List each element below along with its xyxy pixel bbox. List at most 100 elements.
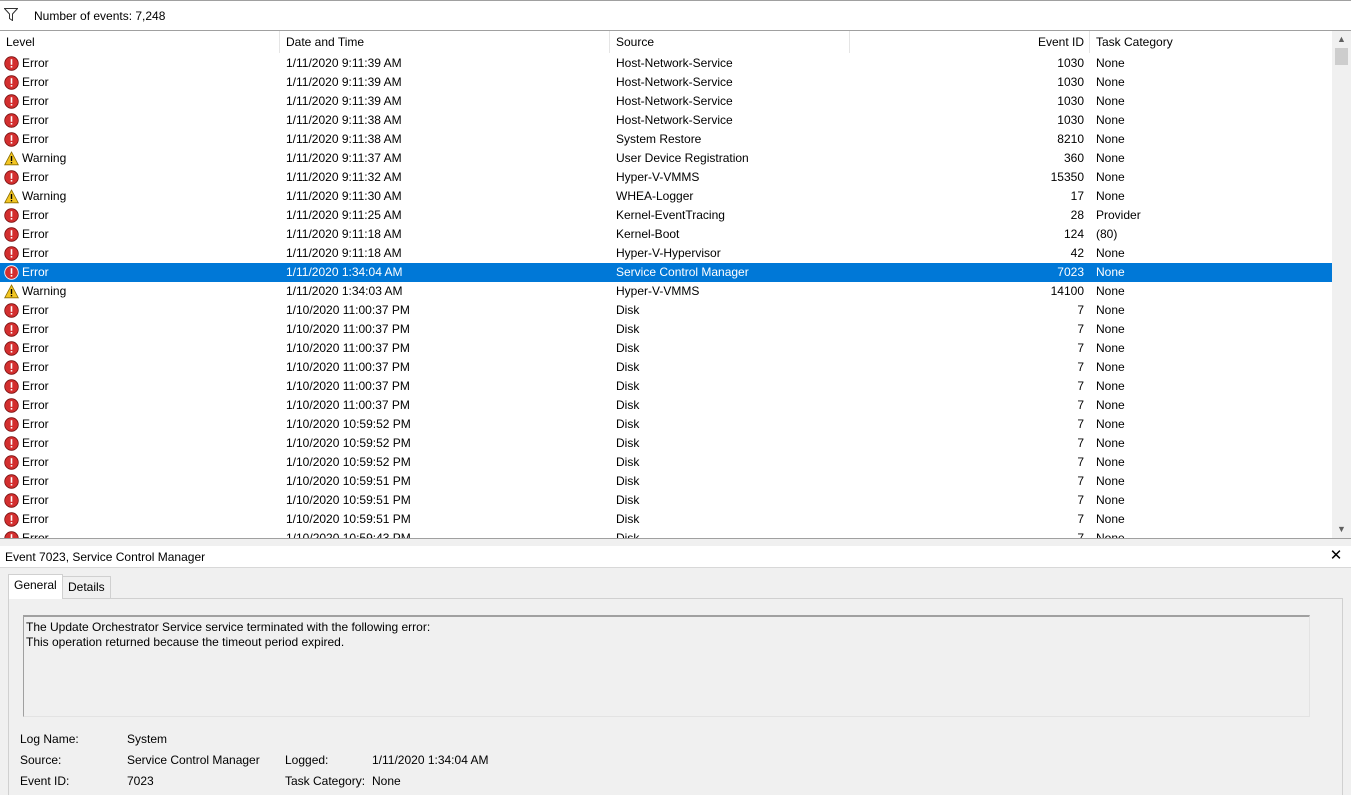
column-header-date[interactable]: Date and Time xyxy=(280,31,610,53)
event-task-category: None xyxy=(1096,398,1125,412)
event-source: Disk xyxy=(616,493,640,507)
scroll-down-arrow-icon[interactable]: ▼ xyxy=(1332,521,1351,538)
event-level: Error xyxy=(22,493,49,507)
event-row[interactable]: Error 1/11/2020 9:11:39 AM Host-Network-Se… xyxy=(0,92,1332,111)
event-source: Host-Network-Service xyxy=(616,113,733,127)
event-rows: Error 1/11/2020 9:11:39 AM Host-Network-Se… xyxy=(0,54,1332,538)
event-row[interactable]: Warning 1/11/2020 9:11:30 AM WHEA-Logger 17… xyxy=(0,187,1332,206)
event-id: 7 xyxy=(1077,455,1084,469)
event-row[interactable]: Error 1/10/2020 10:59:51 PM Disk 7 None xyxy=(0,491,1332,510)
event-id: 7 xyxy=(1077,493,1084,507)
event-task-category: None xyxy=(1096,265,1125,279)
event-row[interactable]: Error 1/10/2020 11:00:37 PM Disk 7 None xyxy=(0,358,1332,377)
event-row[interactable]: Error 1/11/2020 9:11:18 AM Hyper-V-Hypervi… xyxy=(0,244,1332,263)
event-row[interactable]: Error 1/10/2020 11:00:37 PM Disk 7 None xyxy=(0,396,1332,415)
event-id: 7 xyxy=(1077,303,1084,317)
warning-icon xyxy=(4,189,19,204)
logged-label: Logged: xyxy=(285,753,329,767)
event-id: 1030 xyxy=(1057,113,1084,127)
close-icon[interactable]: ✕ xyxy=(1328,547,1344,565)
tab-details[interactable]: Details xyxy=(62,576,111,598)
event-id: 7 xyxy=(1077,436,1084,450)
column-header-level[interactable]: Level xyxy=(0,31,280,53)
error-icon xyxy=(4,360,19,375)
event-source: User Device Registration xyxy=(616,151,749,165)
event-row[interactable]: Error 1/11/2020 1:34:04 AM Service Control… xyxy=(0,263,1332,282)
event-row[interactable]: Warning 1/11/2020 1:34:03 AM Hyper-V-VMMS 1… xyxy=(0,282,1332,301)
event-id: 42 xyxy=(1070,246,1084,260)
task-category-label: Task Category: xyxy=(285,774,366,788)
event-row[interactable]: Error 1/10/2020 11:00:37 PM Disk 7 None xyxy=(0,320,1332,339)
event-count-label: Number of events: 7,248 xyxy=(34,9,166,23)
event-level: Warning xyxy=(22,189,67,203)
event-row[interactable]: Error 1/10/2020 11:00:37 PM Disk 7 None xyxy=(0,339,1332,358)
error-icon xyxy=(4,436,19,451)
error-icon xyxy=(4,398,19,413)
event-task-category: None xyxy=(1096,493,1125,507)
event-row[interactable]: Error 1/11/2020 9:11:39 AM Host-Network-Se… xyxy=(0,73,1332,92)
vertical-scrollbar[interactable]: ▲ ▼ xyxy=(1332,31,1351,538)
event-row[interactable]: Warning 1/11/2020 9:11:37 AM User Device R… xyxy=(0,149,1332,168)
event-date: 1/11/2020 9:11:39 AM xyxy=(286,94,402,108)
error-icon xyxy=(4,265,19,280)
log-name-label: Log Name: xyxy=(20,732,79,746)
scroll-up-arrow-icon[interactable]: ▲ xyxy=(1332,31,1351,48)
event-task-category: None xyxy=(1096,132,1125,146)
event-source: Host-Network-Service xyxy=(616,75,733,89)
event-id: 360 xyxy=(1063,151,1084,165)
event-row[interactable]: Error 1/11/2020 9:11:25 AM Kernel-EventTra… xyxy=(0,206,1332,225)
column-header-event-id[interactable]: Event ID xyxy=(850,31,1090,53)
event-task-category: None xyxy=(1096,474,1125,488)
event-level: Error xyxy=(22,322,49,336)
event-row[interactable]: Error 1/11/2020 9:11:38 AM Host-Network-Se… xyxy=(0,111,1332,130)
event-row[interactable]: Error 1/10/2020 10:59:52 PM Disk 7 None xyxy=(0,453,1332,472)
event-row[interactable]: Error 1/11/2020 9:11:32 AM Hyper-V-VMMS 153… xyxy=(0,168,1332,187)
event-source: System Restore xyxy=(616,132,702,146)
pane-splitter[interactable] xyxy=(0,538,1351,546)
event-level: Error xyxy=(22,75,49,89)
error-icon xyxy=(4,531,19,538)
error-icon xyxy=(4,170,19,185)
error-icon xyxy=(4,246,19,261)
event-message-box[interactable]: The Update Orchestrator Service service … xyxy=(23,615,1310,717)
column-header-task-category[interactable]: Task Category xyxy=(1090,31,1332,53)
event-level: Error xyxy=(22,474,49,488)
tab-general[interactable]: General xyxy=(8,574,63,599)
event-row[interactable]: Error 1/10/2020 10:59:43 PM Disk 7 None xyxy=(0,529,1332,538)
scroll-thumb[interactable] xyxy=(1335,48,1348,65)
event-date: 1/10/2020 10:59:52 PM xyxy=(286,417,411,431)
error-icon xyxy=(4,417,19,432)
event-row[interactable]: Error 1/11/2020 9:11:39 AM Host-Network-Se… xyxy=(0,54,1332,73)
event-row[interactable]: Error 1/10/2020 10:59:52 PM Disk 7 None xyxy=(0,415,1332,434)
event-source: Disk xyxy=(616,455,640,469)
event-level: Warning xyxy=(22,151,67,165)
event-row[interactable]: Error 1/10/2020 11:00:37 PM Disk 7 None xyxy=(0,301,1332,320)
event-level: Error xyxy=(22,303,49,317)
event-task-category: None xyxy=(1096,417,1125,431)
error-icon xyxy=(4,455,19,470)
event-date: 1/10/2020 11:00:37 PM xyxy=(286,360,410,374)
event-task-category: None xyxy=(1096,56,1125,70)
event-date: 1/11/2020 1:34:04 AM xyxy=(286,265,403,279)
event-row[interactable]: Error 1/11/2020 9:11:38 AM System Restore 8… xyxy=(0,130,1332,149)
event-id: 28 xyxy=(1070,208,1084,222)
filter-funnel-icon[interactable] xyxy=(4,8,18,21)
event-date: 1/11/2020 9:11:18 AM xyxy=(286,246,402,260)
event-row[interactable]: Error 1/10/2020 10:59:52 PM Disk 7 None xyxy=(0,434,1332,453)
error-icon xyxy=(4,379,19,394)
event-id: 14100 xyxy=(1050,284,1084,298)
event-id: 7 xyxy=(1077,341,1084,355)
event-list[interactable]: Level Date and Time Source Event ID Task… xyxy=(0,31,1351,538)
error-icon xyxy=(4,322,19,337)
event-level: Error xyxy=(22,132,49,146)
event-row[interactable]: Error 1/10/2020 10:59:51 PM Disk 7 None xyxy=(0,472,1332,491)
event-row[interactable]: Error 1/11/2020 9:11:18 AM Kernel-Boot 124 (… xyxy=(0,225,1332,244)
event-row[interactable]: Error 1/10/2020 11:00:37 PM Disk 7 None xyxy=(0,377,1332,396)
column-header-source[interactable]: Source xyxy=(610,31,850,53)
event-id-label: Event ID: xyxy=(20,774,70,788)
event-level: Error xyxy=(22,94,49,108)
event-id: 1030 xyxy=(1057,56,1084,70)
event-source: Disk xyxy=(616,398,640,412)
event-date: 1/10/2020 10:59:51 PM xyxy=(286,493,411,507)
event-row[interactable]: Error 1/10/2020 10:59:51 PM Disk 7 None xyxy=(0,510,1332,529)
